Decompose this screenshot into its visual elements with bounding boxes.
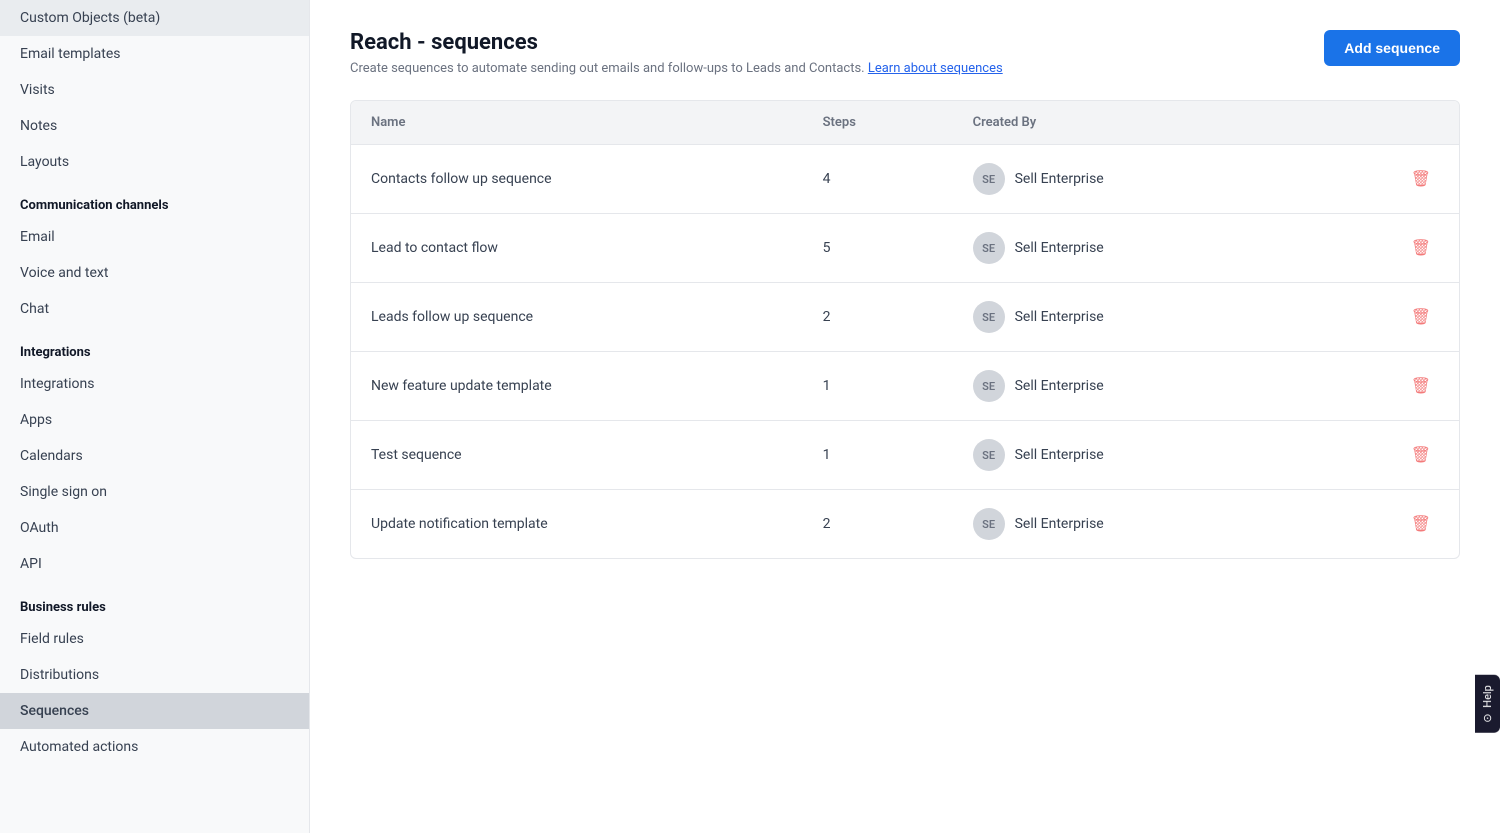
sequence-steps: 2 <box>803 283 953 352</box>
learn-link[interactable]: Learn about sequences <box>868 61 1003 76</box>
page-header: Reach - sequences Create sequences to au… <box>350 30 1460 76</box>
sidebar-item-single-sign-on[interactable]: Single sign on <box>0 474 309 510</box>
sequence-actions: 🗑 <box>1303 283 1459 352</box>
sidebar-item-voice-and-text[interactable]: Voice and text <box>0 255 309 291</box>
sequence-actions: 🗑 <box>1303 490 1459 559</box>
add-sequence-button[interactable]: Add sequence <box>1324 30 1460 66</box>
sidebar-section-business-rules: Business rules <box>0 582 309 621</box>
sequence-name: New feature update template <box>351 352 803 421</box>
sequence-created-by: SE Sell Enterprise <box>953 490 1303 559</box>
sequence-name: Contacts follow up sequence <box>351 145 803 214</box>
delete-sequence-button[interactable]: 🗑 <box>1403 234 1439 262</box>
page-description: Create sequences to automate sending out… <box>350 61 1003 76</box>
help-button[interactable]: ⊙ Help <box>1475 675 1500 733</box>
sidebar-section-communication-channels: Communication channels <box>0 180 309 219</box>
sidebar: Custom Objects (beta)Email templatesVisi… <box>0 0 310 833</box>
sequence-name: Update notification template <box>351 490 803 559</box>
table-row[interactable]: Test sequence1 SE Sell Enterprise 🗑 <box>351 421 1459 490</box>
delete-sequence-button[interactable]: 🗑 <box>1403 372 1439 400</box>
sidebar-item-email-templates[interactable]: Email templates <box>0 36 309 72</box>
page-title-area: Reach - sequences Create sequences to au… <box>350 30 1003 76</box>
sequence-name: Lead to contact flow <box>351 214 803 283</box>
sequence-steps: 4 <box>803 145 953 214</box>
sequence-steps: 5 <box>803 214 953 283</box>
table-row[interactable]: Lead to contact flow5 SE Sell Enterprise 🗑 <box>351 214 1459 283</box>
sequence-created-by: SE Sell Enterprise <box>953 214 1303 283</box>
sequence-created-by: SE Sell Enterprise <box>953 421 1303 490</box>
created-by-name: Sell Enterprise <box>1015 516 1104 532</box>
sequence-name: Leads follow up sequence <box>351 283 803 352</box>
sidebar-item-distributions[interactable]: Distributions <box>0 657 309 693</box>
sidebar-section-integrations: Integrations <box>0 327 309 366</box>
sidebar-item-oauth[interactable]: OAuth <box>0 510 309 546</box>
sidebar-item-visits[interactable]: Visits <box>0 72 309 108</box>
sidebar-item-integrations[interactable]: Integrations <box>0 366 309 402</box>
sequence-steps: 2 <box>803 490 953 559</box>
table-row[interactable]: Contacts follow up sequence4 SE Sell Enter… <box>351 145 1459 214</box>
sidebar-item-field-rules[interactable]: Field rules <box>0 621 309 657</box>
sidebar-item-email[interactable]: Email <box>0 219 309 255</box>
table-row[interactable]: Leads follow up sequence2 SE Sell Enterpri… <box>351 283 1459 352</box>
sidebar-item-notes[interactable]: Notes <box>0 108 309 144</box>
avatar: SE <box>973 163 1005 195</box>
sidebar-item-chat[interactable]: Chat <box>0 291 309 327</box>
sidebar-item-custom-objects[interactable]: Custom Objects (beta) <box>0 0 309 36</box>
delete-sequence-button[interactable]: 🗑 <box>1403 510 1439 538</box>
sidebar-item-sequences[interactable]: Sequences <box>0 693 309 729</box>
main-content: Reach - sequences Create sequences to au… <box>310 0 1500 833</box>
sidebar-item-layouts[interactable]: Layouts <box>0 144 309 180</box>
avatar: SE <box>973 370 1005 402</box>
sequence-steps: 1 <box>803 352 953 421</box>
page-title: Reach - sequences <box>350 30 1003 55</box>
sequence-actions: 🗑 <box>1303 421 1459 490</box>
sequence-name: Test sequence <box>351 421 803 490</box>
sequence-actions: 🗑 <box>1303 352 1459 421</box>
col-actions <box>1303 101 1459 145</box>
sequence-steps: 1 <box>803 421 953 490</box>
created-by-name: Sell Enterprise <box>1015 171 1104 187</box>
table-row[interactable]: New feature update template1 SE Sell Enter… <box>351 352 1459 421</box>
created-by-name: Sell Enterprise <box>1015 378 1104 394</box>
col-created-by: Created By <box>953 101 1303 145</box>
sidebar-item-calendars[interactable]: Calendars <box>0 438 309 474</box>
sequence-actions: 🗑 <box>1303 214 1459 283</box>
col-steps: Steps <box>803 101 953 145</box>
created-by-name: Sell Enterprise <box>1015 309 1104 325</box>
sidebar-item-apps[interactable]: Apps <box>0 402 309 438</box>
table-row[interactable]: Update notification template2 SE Sell Ente… <box>351 490 1459 559</box>
sidebar-item-automated-actions[interactable]: Automated actions <box>0 729 309 765</box>
created-by-name: Sell Enterprise <box>1015 447 1104 463</box>
avatar: SE <box>973 508 1005 540</box>
sequences-table-container: Name Steps Created By Contacts follow up… <box>350 100 1460 559</box>
delete-sequence-button[interactable]: 🗑 <box>1403 441 1439 469</box>
sidebar-item-api[interactable]: API <box>0 546 309 582</box>
sequence-created-by: SE Sell Enterprise <box>953 283 1303 352</box>
sequence-actions: 🗑 <box>1303 145 1459 214</box>
avatar: SE <box>973 301 1005 333</box>
avatar: SE <box>973 232 1005 264</box>
help-icon: ⊙ <box>1481 714 1494 723</box>
sequence-created-by: SE Sell Enterprise <box>953 352 1303 421</box>
delete-sequence-button[interactable]: 🗑 <box>1403 303 1439 331</box>
created-by-name: Sell Enterprise <box>1015 240 1104 256</box>
col-name: Name <box>351 101 803 145</box>
table-header-row: Name Steps Created By <box>351 101 1459 145</box>
sequence-created-by: SE Sell Enterprise <box>953 145 1303 214</box>
sequences-table: Name Steps Created By Contacts follow up… <box>351 101 1459 558</box>
avatar: SE <box>973 439 1005 471</box>
delete-sequence-button[interactable]: 🗑 <box>1403 165 1439 193</box>
